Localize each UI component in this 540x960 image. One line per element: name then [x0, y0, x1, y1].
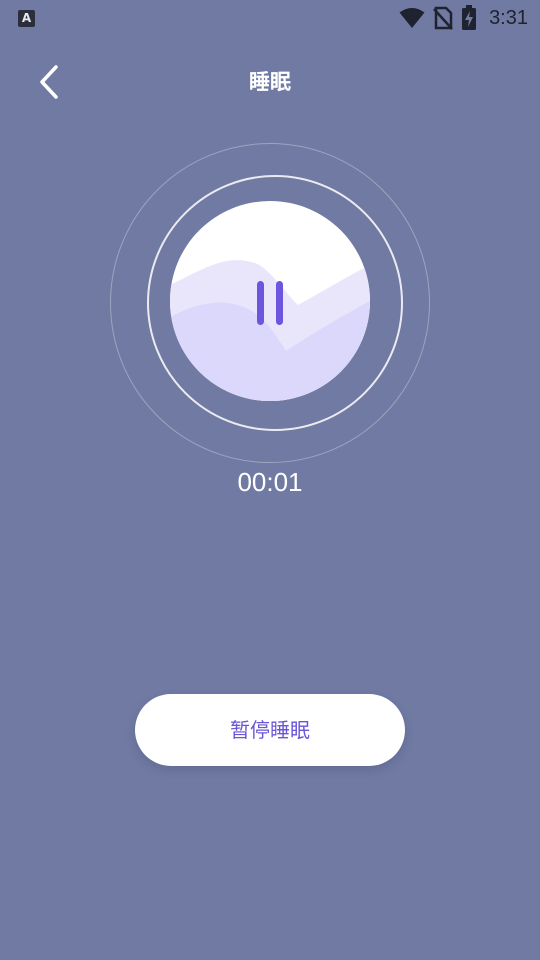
wifi-icon [399, 7, 425, 29]
pause-icon [257, 281, 264, 325]
elapsed-timer: 00:01 [237, 467, 303, 497]
no-sim-icon [433, 6, 453, 30]
battery-charging-icon [461, 5, 477, 31]
status-indicators: 3:31 [399, 5, 528, 31]
app-notification-icon: A [18, 10, 35, 27]
status-bar: A 3:31 [0, 0, 540, 36]
status-time: 3:31 [489, 7, 528, 29]
pause-icon [276, 281, 283, 325]
sleep-screen: A 3:31 睡眠 00:01 暂停睡眠 [0, 0, 540, 960]
page-title: 睡眠 [249, 70, 291, 94]
pause-button[interactable] [246, 275, 294, 331]
sleep-player [110, 143, 430, 463]
pause-sleep-button[interactable]: 暂停睡眠 [135, 694, 405, 766]
